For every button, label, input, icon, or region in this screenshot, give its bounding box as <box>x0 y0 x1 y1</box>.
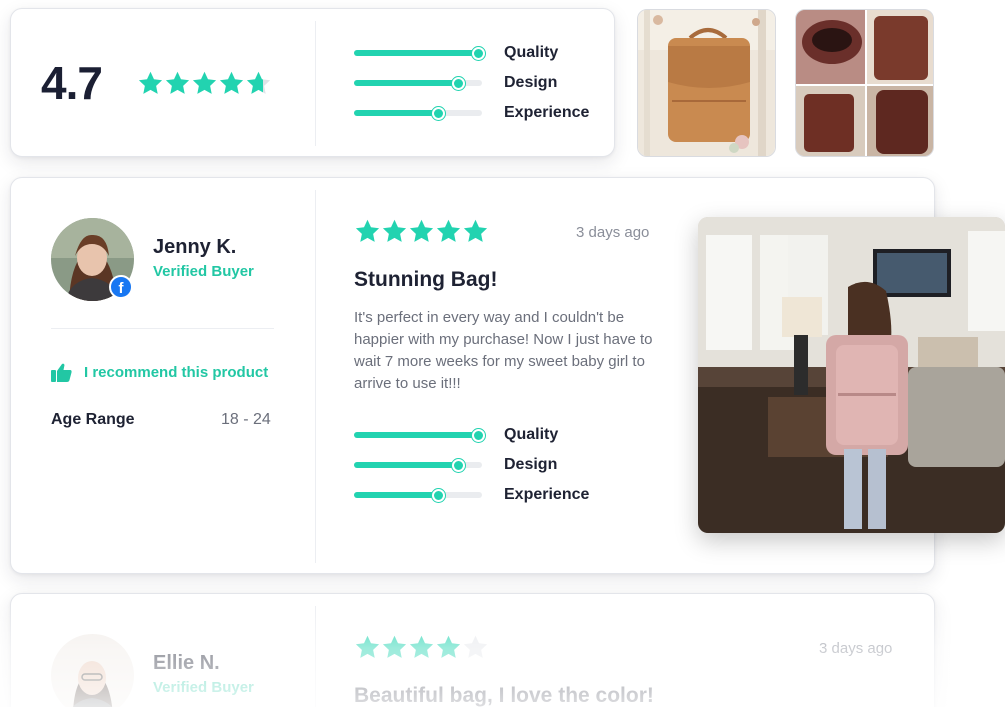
verified-buyer-label: Verified Buyer <box>153 263 254 280</box>
rating-track <box>354 46 485 60</box>
star-icon <box>462 218 489 245</box>
customer-photo[interactable] <box>698 217 1005 533</box>
rating-knob <box>431 488 445 502</box>
age-range-label: Age Range <box>51 411 135 428</box>
summary-stars <box>137 70 272 97</box>
divider <box>51 328 274 329</box>
thumbs-up-icon <box>51 363 72 382</box>
reviewer-photo <box>51 634 134 707</box>
tan-backpack-image <box>638 10 775 156</box>
rating-track <box>354 488 482 502</box>
star-icon <box>408 634 435 661</box>
star-icon <box>435 218 462 245</box>
rating-knob <box>452 76 466 90</box>
customer-photo-image <box>698 217 1005 533</box>
review-title: Stunning Bag! <box>354 268 498 291</box>
criteria-row-experience: Experience <box>354 480 589 510</box>
criteria-label: Quality <box>504 44 559 61</box>
criteria-label: Quality <box>504 426 559 443</box>
average-rating: 4.7 <box>41 57 103 109</box>
criteria-row-design: Design <box>354 68 589 98</box>
verified-buyer-label: Verified Buyer <box>153 679 254 696</box>
divider <box>315 190 316 563</box>
avatar[interactable] <box>51 634 134 707</box>
age-range-value: 18 - 24 <box>221 411 271 428</box>
criteria-label: Experience <box>504 104 590 121</box>
rating-fill <box>354 432 479 438</box>
divider <box>315 21 316 146</box>
rating-fill <box>354 492 439 498</box>
criteria-label: Design <box>504 456 558 473</box>
star-icon <box>408 218 435 245</box>
criteria-row-quality: Quality <box>354 420 589 450</box>
facebook-icon: f <box>109 275 133 299</box>
rating-track <box>354 428 485 442</box>
summary-criteria: Quality Design Experience <box>354 38 589 128</box>
review-title: Beautiful bag, I love the color! <box>354 684 654 707</box>
star-icon <box>164 70 191 97</box>
review-date: 3 days ago <box>819 640 893 657</box>
product-photo-thumbnail[interactable] <box>795 9 934 157</box>
review-stars <box>354 218 489 245</box>
rating-track <box>354 106 482 120</box>
star-icon <box>381 218 408 245</box>
review-body: It's perfect in every way and I couldn't… <box>354 309 653 392</box>
rating-knob <box>452 458 466 472</box>
recommend-badge: I recommend this product <box>51 363 268 382</box>
rating-knob <box>471 428 485 442</box>
rating-summary-card: 4.7 Quality Design Experience <box>10 8 615 157</box>
review-criteria: Quality Design Experience <box>354 420 589 510</box>
star-icon <box>354 634 381 661</box>
rating-fill <box>354 110 439 116</box>
rating-knob <box>471 46 485 60</box>
rating-fill <box>354 50 479 56</box>
star-icon <box>137 70 164 97</box>
rating-track <box>354 458 482 472</box>
rating-track <box>354 76 482 90</box>
rating-fill <box>354 80 459 86</box>
product-photo-thumbnail[interactable] <box>637 9 776 157</box>
star-icon <box>245 70 272 97</box>
divider <box>315 606 316 707</box>
brown-bag-collage-image <box>796 10 933 156</box>
criteria-label: Experience <box>504 486 590 503</box>
star-icon <box>354 218 381 245</box>
rating-fill <box>354 462 459 468</box>
criteria-label: Design <box>504 74 558 91</box>
criteria-row-design: Design <box>354 450 589 480</box>
rating-knob <box>431 106 445 120</box>
criteria-row-experience: Experience <box>354 98 589 128</box>
review-date: 3 days ago <box>576 224 650 241</box>
star-icon <box>435 634 462 661</box>
recommend-label: I recommend this product <box>84 364 269 381</box>
reviewer-name: Jenny K. <box>153 236 237 258</box>
star-icon <box>381 634 408 661</box>
star-icon <box>462 634 489 661</box>
criteria-row-quality: Quality <box>354 38 589 68</box>
review-stars <box>354 634 489 661</box>
review-card: Ellie N. Verified Buyer 3 days ago Beaut… <box>10 593 935 707</box>
reviewer-name: Ellie N. <box>153 652 220 674</box>
star-icon <box>191 70 218 97</box>
star-icon <box>218 70 245 97</box>
